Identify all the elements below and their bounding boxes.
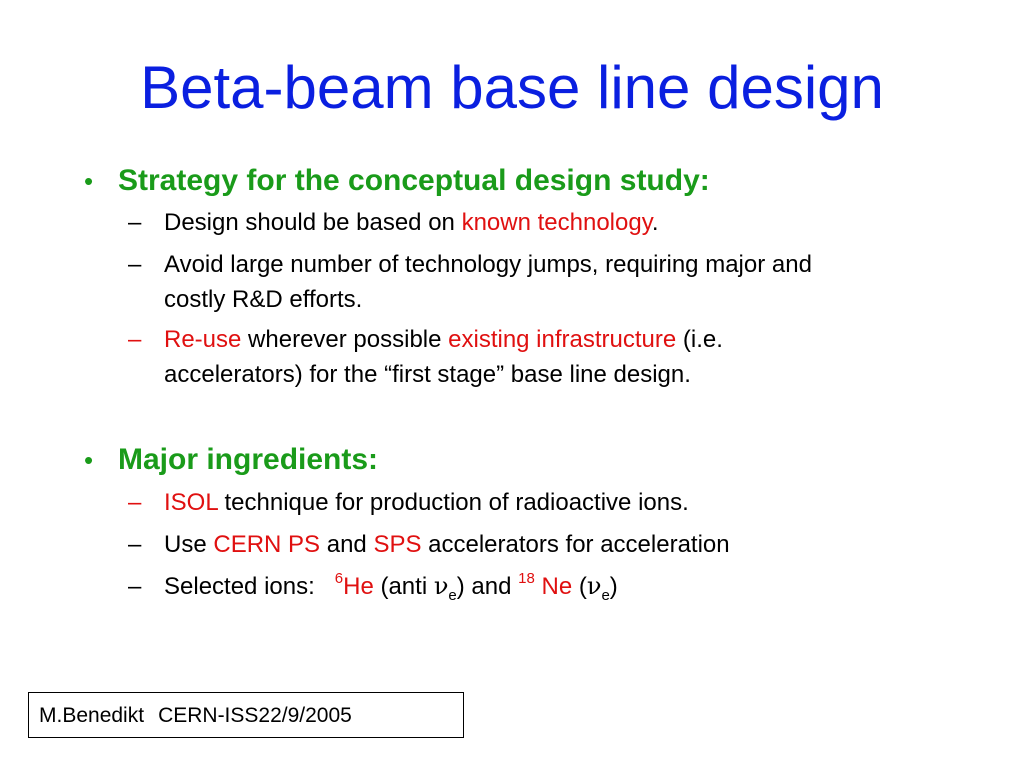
list-item-text: Selected ions: 6He (anti νe) and 18 Ne (… bbox=[164, 569, 954, 604]
text-segment: Selected ions: bbox=[164, 573, 335, 600]
footer-reference: CERN-ISS22/9/2005 bbox=[158, 704, 352, 727]
dash-icon: – bbox=[128, 573, 142, 600]
section-heading-text: Strategy for the conceptual design study… bbox=[118, 164, 710, 197]
ion-ne: Ne bbox=[534, 573, 573, 600]
text-segment: (anti bbox=[373, 573, 434, 600]
highlight-re-use: Re-use bbox=[164, 326, 242, 353]
text-segment: . bbox=[651, 209, 659, 236]
text-segment: technique for production of radioactive … bbox=[217, 489, 689, 516]
list-item-text: Re-use wherever possible existing infras… bbox=[164, 322, 954, 392]
highlight-known-technology: known technology bbox=[461, 209, 652, 236]
bullet-icon: • bbox=[84, 166, 94, 196]
subscript-e: e bbox=[448, 586, 457, 604]
subscript-e: e bbox=[601, 586, 610, 604]
nu-symbol: ν bbox=[586, 572, 602, 600]
text-line: costly R&D efforts. bbox=[164, 286, 363, 313]
slide-title: Beta-beam base line design bbox=[140, 54, 884, 121]
slide: Beta-beam base line design • Strategy fo… bbox=[0, 0, 1024, 768]
text-segment: ) bbox=[609, 573, 618, 600]
ion-he: He bbox=[343, 573, 374, 600]
text-segment: Use bbox=[164, 531, 214, 558]
superscript-6: 6 bbox=[334, 570, 344, 587]
list-item-text: Use CERN PS and SPS accelerators for acc… bbox=[164, 527, 954, 562]
dash-icon: – bbox=[128, 209, 142, 236]
highlight-existing-infrastructure: existing infrastructure bbox=[448, 326, 677, 353]
text-segment: Design should be based on bbox=[164, 209, 462, 236]
text-segment: accelerators for acceleration bbox=[421, 531, 730, 558]
dash-icon: – bbox=[128, 531, 142, 558]
text-segment: ( bbox=[572, 573, 587, 600]
section-heading-text: Major ingredients: bbox=[118, 443, 379, 476]
dash-icon: – bbox=[128, 251, 142, 278]
text-line: accelerators) for the “first stage” base… bbox=[164, 361, 691, 388]
bullet-icon: • bbox=[84, 445, 94, 475]
text-segment: (i.e. bbox=[676, 326, 723, 353]
dash-icon: – bbox=[128, 489, 142, 516]
text-segment: and bbox=[320, 531, 374, 558]
footer-author: M.Benedikt bbox=[39, 704, 145, 727]
dash-icon: – bbox=[128, 326, 142, 353]
text-line: Avoid large number of technology jumps, … bbox=[164, 251, 812, 278]
text-segment: ) and bbox=[456, 573, 519, 600]
highlight-cern-ps: CERN PS bbox=[213, 531, 321, 558]
list-item-text: ISOL technique for production of radioac… bbox=[164, 485, 954, 520]
highlight-sps: SPS bbox=[373, 531, 422, 558]
footer-box: M.Benedikt CERN-ISS22/9/2005 bbox=[28, 692, 464, 738]
list-item-text: Design should be based on known technolo… bbox=[164, 205, 954, 240]
list-item-text: Avoid large number of technology jumps, … bbox=[164, 247, 954, 317]
superscript-18: 18 bbox=[518, 570, 535, 587]
text-segment: wherever possible bbox=[241, 326, 449, 353]
highlight-isol: ISOL bbox=[164, 489, 218, 516]
nu-symbol: ν bbox=[433, 572, 449, 600]
